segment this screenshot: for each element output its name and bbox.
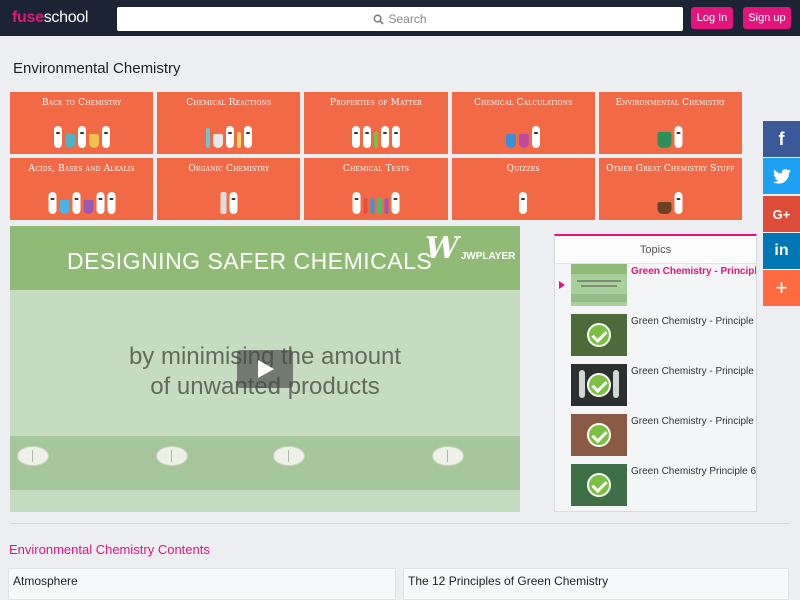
contents-panel-title[interactable]: Atmosphere bbox=[13, 574, 78, 588]
page-title: Environmental Chemistry bbox=[13, 60, 181, 77]
cartoon-character-icon bbox=[519, 182, 528, 214]
search-input[interactable]: Search bbox=[117, 7, 683, 31]
play-button[interactable] bbox=[237, 350, 293, 388]
topic-label: Green Chemistry - Principle 3 bbox=[631, 316, 757, 327]
category-label: Properties of Matter bbox=[329, 98, 423, 108]
contents-panel-title[interactable]: The 12 Principles of Green Chemistry bbox=[408, 574, 608, 588]
contents-panel-green-chemistry: The 12 Principles of Green Chemistry bbox=[403, 568, 789, 600]
category-label: Other Great Chemistry Stuff bbox=[606, 164, 735, 174]
googleplus-icon: G+ bbox=[772, 206, 791, 222]
plus-icon: + bbox=[775, 275, 788, 300]
cartoon-characters-icon bbox=[53, 116, 110, 148]
category-tile-chemical-calculations[interactable]: Chemical Calculations bbox=[451, 92, 595, 154]
topic-item[interactable]: Green Chemistry - Principle 4 bbox=[571, 364, 757, 408]
contents-section-title: Environmental Chemistry Contents bbox=[9, 542, 210, 557]
completed-check-icon bbox=[587, 323, 611, 347]
category-label: Environmental Chemistry bbox=[615, 98, 726, 108]
topic-item[interactable]: Green Chemistry - Principle 3 bbox=[571, 314, 757, 358]
plant-pot-icon bbox=[657, 116, 683, 148]
top-navigation-bar: fuseschool Search Log In Sign up bbox=[0, 0, 800, 36]
current-topic-arrow-icon bbox=[559, 281, 565, 289]
category-label: Quizzes bbox=[506, 164, 540, 174]
test-tube-rack-icon bbox=[352, 182, 400, 214]
completed-check-icon bbox=[587, 423, 611, 447]
facebook-share-button[interactable]: f bbox=[763, 121, 800, 157]
linkedin-icon: in bbox=[774, 242, 789, 259]
tablet-graphic bbox=[17, 446, 49, 466]
linkedin-share-button[interactable]: in bbox=[763, 233, 800, 269]
category-label: Chemical Tests bbox=[342, 164, 410, 174]
facebook-icon: f bbox=[778, 128, 785, 149]
lab-apparatus-icon bbox=[205, 116, 252, 148]
more-share-button[interactable]: + bbox=[763, 270, 800, 306]
jwplayer-w-icon: W bbox=[425, 231, 459, 266]
category-label: Chemical Reactions bbox=[186, 98, 272, 108]
tablet-graphic bbox=[273, 446, 305, 466]
category-tile-chemical-tests[interactable]: Chemical Tests bbox=[304, 158, 448, 220]
tablet-graphic bbox=[432, 446, 464, 466]
category-tile-chemical-reactions[interactable]: Chemical Reactions bbox=[157, 92, 301, 154]
cartoon-characters-icon bbox=[48, 182, 116, 214]
topics-header: Topics bbox=[555, 236, 756, 264]
topic-label: Green Chemistry Principle 6 bbox=[631, 466, 757, 477]
signup-button[interactable]: Sign up bbox=[743, 7, 791, 29]
category-tile-acids-bases-alkalis[interactable]: Acids, Bases and Alkalis bbox=[10, 158, 154, 220]
jwplayer-brand: JWPLAYER bbox=[460, 251, 516, 262]
video-player[interactable]: DESIGNING SAFER CHEMICALS W JWPLAYER by … bbox=[10, 226, 520, 512]
category-tile-environmental-chemistry[interactable]: Environmental Chemistry bbox=[598, 92, 742, 154]
topic-label: Green Chemistry - Principle 2 bbox=[631, 266, 757, 277]
treasure-box-icon bbox=[657, 182, 683, 214]
topic-label: Green Chemistry - Principle 5 bbox=[631, 416, 757, 427]
googleplus-share-button[interactable]: G+ bbox=[763, 196, 800, 232]
contents-panel-atmosphere: Atmosphere bbox=[8, 568, 396, 600]
category-tile-quizzes[interactable]: Quizzes bbox=[451, 158, 595, 220]
microscope-icon bbox=[220, 182, 238, 214]
topics-panel: Topics Green Chemistry - Principle 2 Gre… bbox=[554, 234, 757, 512]
topic-item[interactable]: Green Chemistry - Principle 2 bbox=[571, 264, 757, 308]
logo-school-text: school bbox=[43, 9, 89, 26]
category-tile-properties-of-matter[interactable]: Properties of Matter bbox=[304, 92, 448, 154]
login-button[interactable]: Log In bbox=[691, 7, 733, 29]
topic-thumbnail bbox=[571, 414, 627, 456]
tablet-graphic bbox=[156, 446, 188, 466]
topic-label: Green Chemistry - Principle 4 bbox=[631, 366, 757, 377]
topic-thumbnail bbox=[571, 314, 627, 356]
category-label: Organic Chemistry bbox=[188, 164, 270, 174]
topic-thumbnail bbox=[571, 264, 627, 306]
category-tile-other-chemistry-stuff[interactable]: Other Great Chemistry Stuff bbox=[598, 158, 742, 220]
fuseschool-logo[interactable]: fuseschool bbox=[12, 9, 88, 27]
video-title: DESIGNING SAFER CHEMICALS bbox=[67, 248, 433, 274]
completed-check-icon bbox=[587, 373, 611, 397]
topic-thumbnail bbox=[571, 464, 627, 506]
logo-fuse-text: fuse bbox=[12, 9, 44, 26]
twitter-icon bbox=[772, 168, 791, 184]
category-label: Acids, Bases and Alkalis bbox=[28, 164, 135, 174]
category-label: Chemical Calculations bbox=[473, 98, 573, 108]
cartoon-characters-icon bbox=[351, 116, 400, 148]
twitter-share-button[interactable] bbox=[763, 158, 800, 194]
completed-check-icon bbox=[587, 473, 611, 497]
section-divider bbox=[10, 523, 790, 524]
flasks-icon bbox=[506, 116, 541, 148]
topic-thumbnail bbox=[571, 364, 627, 406]
jwplayer-logo: W JWPLAYER bbox=[425, 231, 516, 266]
category-tile-back-to-chemistry[interactable]: Back to Chemistry bbox=[10, 92, 154, 154]
category-label: Back to Chemistry bbox=[41, 98, 122, 108]
topic-item[interactable]: Green Chemistry Principle 6 bbox=[571, 464, 757, 508]
search-icon bbox=[374, 14, 385, 25]
category-grid: Back to Chemistry Chemical Reactions Pro… bbox=[10, 92, 742, 222]
search-placeholder: Search bbox=[388, 12, 427, 26]
topic-item[interactable]: Green Chemistry - Principle 5 bbox=[571, 414, 757, 458]
category-tile-organic-chemistry[interactable]: Organic Chemistry bbox=[157, 158, 301, 220]
